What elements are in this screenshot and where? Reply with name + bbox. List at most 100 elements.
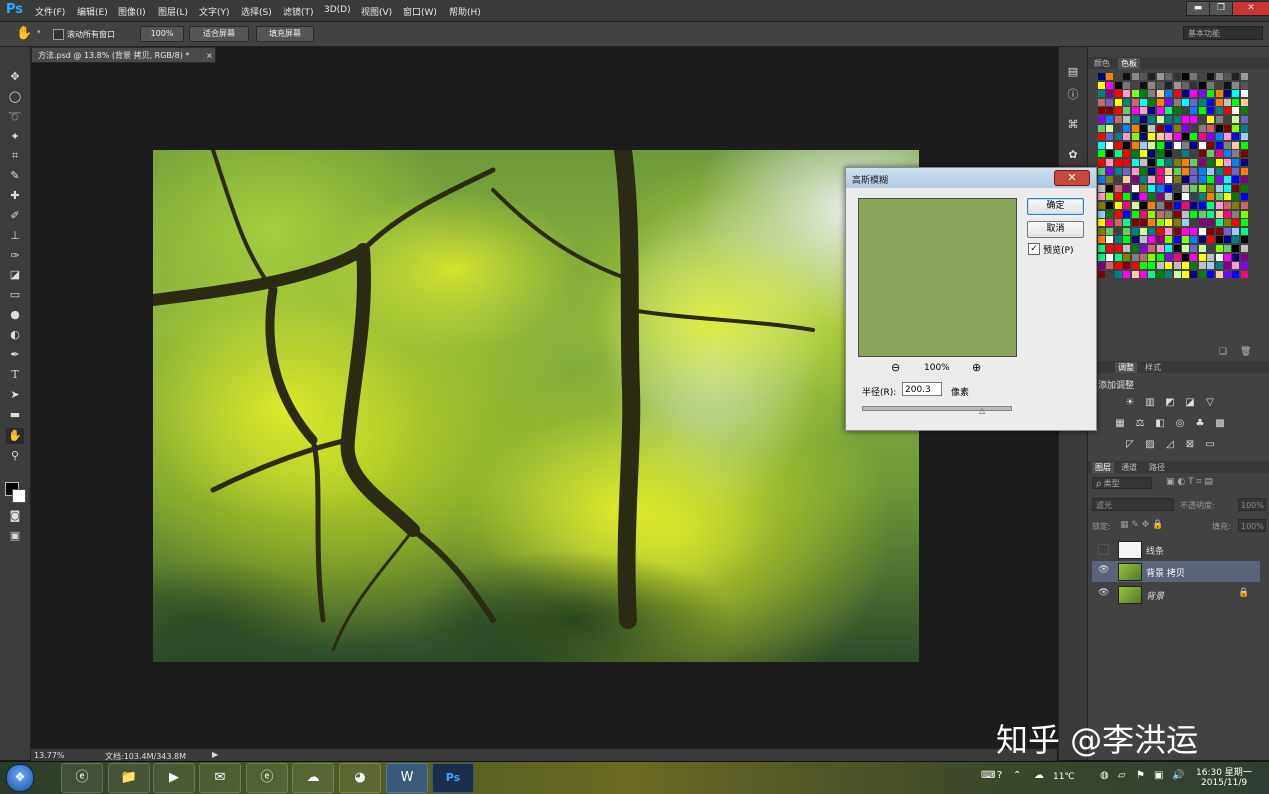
- swatch[interactable]: [1224, 133, 1231, 141]
- swatch[interactable]: [1224, 193, 1231, 201]
- exposure-icon[interactable]: ◪: [1184, 397, 1196, 408]
- swatch[interactable]: [1098, 270, 1105, 278]
- swatch[interactable]: [1148, 193, 1156, 201]
- menu-file[interactable]: 文件(F): [35, 5, 65, 18]
- invert-icon[interactable]: ◸: [1124, 439, 1136, 450]
- swatch[interactable]: [1207, 253, 1215, 261]
- swatch[interactable]: [1173, 245, 1181, 252]
- swatch[interactable]: [1232, 73, 1240, 80]
- swatch[interactable]: [1173, 167, 1181, 175]
- swatch[interactable]: [1098, 202, 1105, 209]
- layer-visibility-toggle[interactable]: [1098, 544, 1109, 555]
- swatch[interactable]: [1224, 219, 1231, 227]
- swatch[interactable]: [1148, 176, 1156, 184]
- zoom-out-icon[interactable]: ⊖: [891, 361, 900, 374]
- document-image[interactable]: [153, 150, 919, 662]
- swatch[interactable]: [1240, 210, 1248, 218]
- lock-icons[interactable]: ▦ ✎ ✥ 🔒: [1120, 520, 1163, 530]
- eye-icon[interactable]: 👁: [1098, 565, 1109, 575]
- tab-color[interactable]: 颜色: [1094, 58, 1110, 69]
- swatch[interactable]: [1140, 202, 1147, 209]
- swatch[interactable]: [1215, 73, 1223, 80]
- swatch[interactable]: [1224, 270, 1231, 278]
- menu-layer[interactable]: 图层(L): [158, 5, 188, 18]
- swatch[interactable]: [1140, 262, 1147, 270]
- swatch[interactable]: [1224, 210, 1231, 218]
- swatch[interactable]: [1198, 270, 1206, 278]
- swatch[interactable]: [1165, 133, 1173, 141]
- swatch[interactable]: [1140, 141, 1147, 149]
- swatch[interactable]: [1123, 141, 1131, 149]
- swatch[interactable]: [1232, 262, 1240, 270]
- swatch[interactable]: [1165, 236, 1173, 244]
- swatch[interactable]: [1123, 253, 1131, 261]
- swatch[interactable]: [1148, 253, 1156, 261]
- swatch[interactable]: [1232, 150, 1240, 158]
- swatch[interactable]: [1190, 270, 1198, 278]
- swatch[interactable]: [1140, 210, 1147, 218]
- fit-screen-button[interactable]: 适合屏幕: [189, 26, 249, 42]
- swatch[interactable]: [1182, 236, 1189, 244]
- help-tray-icon[interactable]: ?: [997, 770, 1002, 781]
- swatch[interactable]: [1190, 107, 1198, 115]
- swatch[interactable]: [1207, 270, 1215, 278]
- swatch[interactable]: [1106, 176, 1114, 184]
- crop-tool-icon[interactable]: ⌗: [6, 148, 24, 164]
- swatch[interactable]: [1240, 159, 1248, 166]
- swatch[interactable]: [1123, 73, 1131, 80]
- swatch[interactable]: [1131, 81, 1139, 89]
- swatch[interactable]: [1131, 167, 1139, 175]
- swatch[interactable]: [1190, 236, 1198, 244]
- threshold-icon[interactable]: ◿: [1164, 439, 1176, 450]
- swatch[interactable]: [1114, 253, 1122, 261]
- delete-swatch-icon[interactable]: 🗑: [1240, 347, 1251, 357]
- swatch[interactable]: [1114, 124, 1122, 132]
- swatch[interactable]: [1182, 270, 1189, 278]
- gradient-tool-icon[interactable]: ▭: [6, 287, 24, 303]
- swatch[interactable]: [1165, 90, 1173, 98]
- swatch[interactable]: [1156, 253, 1164, 261]
- tab-adjustments[interactable]: 调整: [1115, 362, 1137, 373]
- swatch[interactable]: [1224, 107, 1231, 115]
- swatch[interactable]: [1224, 184, 1231, 192]
- swatch[interactable]: [1190, 150, 1198, 158]
- tab-channels[interactable]: 通道: [1121, 462, 1137, 473]
- swatch[interactable]: [1098, 98, 1105, 106]
- swatch[interactable]: [1182, 107, 1189, 115]
- swatch[interactable]: [1173, 98, 1181, 106]
- swatch[interactable]: [1156, 210, 1164, 218]
- swatch[interactable]: [1131, 262, 1139, 270]
- swatch[interactable]: [1207, 262, 1215, 270]
- swatch[interactable]: [1215, 270, 1223, 278]
- swatch[interactable]: [1098, 150, 1105, 158]
- zoom-tool-icon[interactable]: ⚲: [6, 448, 24, 464]
- swatch[interactable]: [1131, 202, 1139, 209]
- ie-taskbar-icon[interactable]: ⓔ: [61, 763, 103, 793]
- pen-tool-icon[interactable]: ✒: [6, 347, 24, 363]
- document-tab[interactable]: 方法.psd @ 13.8% (背景 拷贝, RGB/8) * ×: [31, 47, 216, 63]
- swatch[interactable]: [1106, 81, 1114, 89]
- swatch[interactable]: [1106, 193, 1114, 201]
- swatch[interactable]: [1156, 202, 1164, 209]
- layer-name[interactable]: 背景 拷贝: [1146, 566, 1185, 579]
- swatch[interactable]: [1198, 245, 1206, 252]
- dialog-titlebar[interactable]: 高斯模糊 ✕: [846, 168, 1096, 188]
- swatch[interactable]: [1156, 90, 1164, 98]
- swatch[interactable]: [1114, 159, 1122, 166]
- swatch[interactable]: [1165, 227, 1173, 235]
- curves-icon[interactable]: ◩: [1164, 397, 1176, 408]
- swatch[interactable]: [1140, 90, 1147, 98]
- swatch[interactable]: [1173, 73, 1181, 80]
- hue-saturation-icon[interactable]: ▦: [1114, 418, 1126, 429]
- swatch[interactable]: [1148, 236, 1156, 244]
- swatch[interactable]: [1106, 107, 1114, 115]
- swatch[interactable]: [1165, 219, 1173, 227]
- swatch[interactable]: [1240, 124, 1248, 132]
- document-tab-close-icon[interactable]: ×: [206, 48, 213, 64]
- swatch[interactable]: [1156, 141, 1164, 149]
- swatch[interactable]: [1240, 141, 1248, 149]
- swatch[interactable]: [1198, 141, 1206, 149]
- swatch[interactable]: [1148, 141, 1156, 149]
- levels-icon[interactable]: ▥: [1144, 397, 1156, 408]
- swatch[interactable]: [1156, 270, 1164, 278]
